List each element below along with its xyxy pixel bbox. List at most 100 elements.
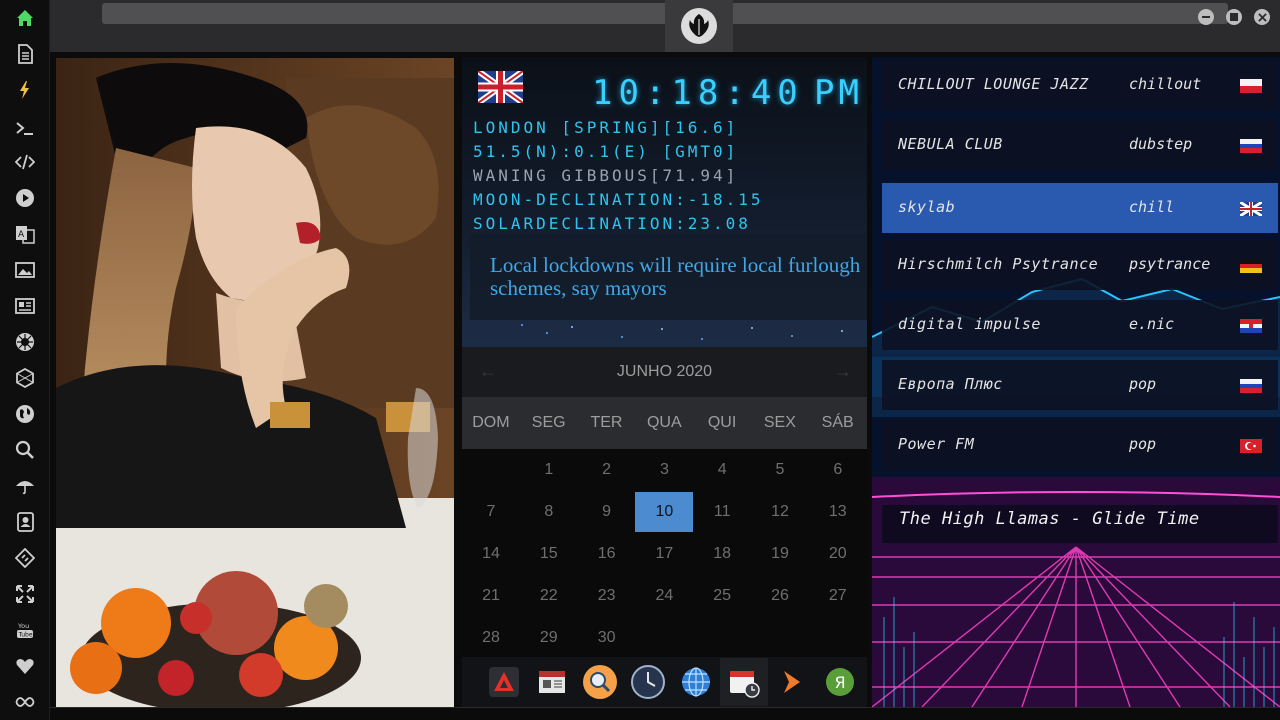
calendar-month-label: JUNHO 2020 xyxy=(616,363,713,380)
prev-month-icon[interactable]: ← xyxy=(479,361,497,382)
russia-flag-icon xyxy=(1240,139,1262,153)
youtube-icon[interactable]: You Tube xyxy=(14,619,36,641)
yandex-icon[interactable]: Я xyxy=(816,658,864,706)
anydesk-icon[interactable] xyxy=(480,658,528,706)
next-month-icon[interactable]: → xyxy=(834,361,852,382)
svg-text:Я: Я xyxy=(835,673,846,692)
svg-text:You: You xyxy=(17,622,29,630)
hexagon-icon[interactable] xyxy=(14,367,36,389)
calendar-day[interactable]: 5 xyxy=(751,450,809,490)
station-genre: e.nic xyxy=(1129,315,1175,333)
calendar-day[interactable]: 27 xyxy=(809,576,867,616)
rebel-icon[interactable] xyxy=(14,331,36,353)
code-icon[interactable] xyxy=(14,151,36,173)
station-name: Hirschmilch Psytrance xyxy=(898,255,1099,273)
germany-flag-icon xyxy=(1240,259,1262,273)
minimize-icon[interactable] xyxy=(1198,9,1214,25)
calendar-day[interactable]: 2 xyxy=(578,450,636,490)
arrow-app-icon[interactable] xyxy=(768,658,816,706)
moon-declination-line: MOON-DECLINATION:-18.15 xyxy=(473,190,764,209)
app-dock: Я xyxy=(462,657,867,707)
station-row-selected[interactable]: skylab chill xyxy=(882,183,1278,233)
calendar-weekdays: DOM SEG TER QUA QUI SEX SÁB xyxy=(462,397,867,449)
calendar-day[interactable]: 19 xyxy=(751,534,809,574)
contacts-icon[interactable] xyxy=(14,511,36,533)
station-name: digital impulse xyxy=(898,315,1041,333)
logo-tab[interactable] xyxy=(665,0,733,52)
close-icon[interactable] xyxy=(1254,9,1270,25)
expand-icon[interactable] xyxy=(14,583,36,605)
bottom-bar xyxy=(50,707,1280,720)
calendar-day[interactable]: 18 xyxy=(693,534,751,574)
calendar-day[interactable]: 16 xyxy=(578,534,636,574)
diamond-code-icon[interactable] xyxy=(14,547,36,569)
calendar-clock-icon[interactable] xyxy=(720,658,768,706)
calendar-day[interactable]: 9 xyxy=(578,492,636,532)
translate-icon[interactable]: A xyxy=(14,223,36,245)
calendar-day[interactable]: 6 xyxy=(809,450,867,490)
document-icon[interactable] xyxy=(14,43,36,65)
calendar-day[interactable]: 21 xyxy=(462,576,520,616)
weekday-label: SÁB xyxy=(821,414,854,431)
globe-app-icon[interactable] xyxy=(672,658,720,706)
play-icon[interactable] xyxy=(14,187,36,209)
calendar-day[interactable]: 3 xyxy=(635,450,693,490)
lightning-icon[interactable] xyxy=(14,79,36,101)
calendar-day[interactable]: 23 xyxy=(578,576,636,616)
station-name: Power FM xyxy=(898,435,975,453)
calendar-day[interactable]: 29 xyxy=(520,618,578,658)
top-bar xyxy=(50,0,1280,52)
calendar-day[interactable]: 12 xyxy=(751,492,809,532)
calendar-day[interactable]: 25 xyxy=(693,576,751,616)
calendar-day[interactable]: 14 xyxy=(462,534,520,574)
calendar-day[interactable]: 30 xyxy=(578,618,636,658)
clock-ampm: PM xyxy=(814,73,863,113)
calendar-day[interactable]: 28 xyxy=(462,618,520,658)
station-row[interactable]: CHILLOUT LOUNGE JAZZ chillout xyxy=(882,60,1278,110)
news-headline[interactable]: Local lockdowns will require local furlo… xyxy=(470,234,867,320)
poland-flag-icon xyxy=(1240,79,1262,93)
heart-icon[interactable] xyxy=(14,655,36,677)
calendar-day[interactable]: 20 xyxy=(809,534,867,574)
station-name: CHILLOUT LOUNGE JAZZ xyxy=(898,75,1089,93)
calendar-day[interactable]: 15 xyxy=(520,534,578,574)
calendar-day[interactable]: 1 xyxy=(520,450,578,490)
umbrella-icon[interactable] xyxy=(14,475,36,497)
news-icon[interactable] xyxy=(14,295,36,317)
weekday-label: TER xyxy=(590,414,623,431)
calendar-day[interactable]: 24 xyxy=(635,576,693,616)
calendar-day[interactable]: 7 xyxy=(462,492,520,532)
image-icon[interactable] xyxy=(14,259,36,281)
clock-time: 10:18:40 xyxy=(592,73,804,113)
calendar-day[interactable]: 13 xyxy=(809,492,867,532)
calendar-day[interactable]: 4 xyxy=(693,450,751,490)
search-icon[interactable] xyxy=(14,439,36,461)
station-row[interactable]: Power FM pop xyxy=(882,420,1278,470)
calendar-day[interactable]: 8 xyxy=(520,492,578,532)
clock-app-icon[interactable] xyxy=(624,658,672,706)
coordinates-line: 51.5(N):0.1(E) [GMT0] xyxy=(473,142,739,161)
calendar-day[interactable]: 17 xyxy=(635,534,693,574)
calendar-day-today[interactable]: 10 xyxy=(635,492,694,532)
globe-icon[interactable] xyxy=(14,403,36,425)
calendar-header: ← JUNHO 2020 → xyxy=(462,347,867,397)
station-row[interactable]: digital impulse e.nic xyxy=(882,300,1278,350)
infinity-icon[interactable] xyxy=(14,691,36,713)
station-row[interactable]: Европа Плюс pop xyxy=(882,360,1278,410)
station-name: Европа Плюс xyxy=(898,375,1003,393)
calendar-day[interactable]: 11 xyxy=(693,492,751,532)
search-app-icon[interactable] xyxy=(576,658,624,706)
home-icon[interactable] xyxy=(14,7,36,29)
radio-panel: CHILLOUT LOUNGE JAZZ chillout NEBULA CLU… xyxy=(872,57,1280,707)
station-row[interactable]: Hirschmilch Psytrance psytrance xyxy=(882,240,1278,290)
uk-flag-icon xyxy=(1240,202,1262,216)
calendar-day[interactable]: 26 xyxy=(751,576,809,616)
calendar-sheet-icon[interactable] xyxy=(528,658,576,706)
calendar-day[interactable]: 22 xyxy=(520,576,578,616)
station-genre: chillout xyxy=(1129,75,1202,93)
svg-text:Tube: Tube xyxy=(18,632,33,639)
maximize-icon[interactable] xyxy=(1226,9,1242,25)
clock-widget: 10:18:40 PM LONDON [SPRING][16.6] 51.5(N… xyxy=(462,57,867,347)
station-row[interactable]: NEBULA CLUB dubstep xyxy=(882,120,1278,170)
terminal-icon[interactable] xyxy=(14,117,36,139)
